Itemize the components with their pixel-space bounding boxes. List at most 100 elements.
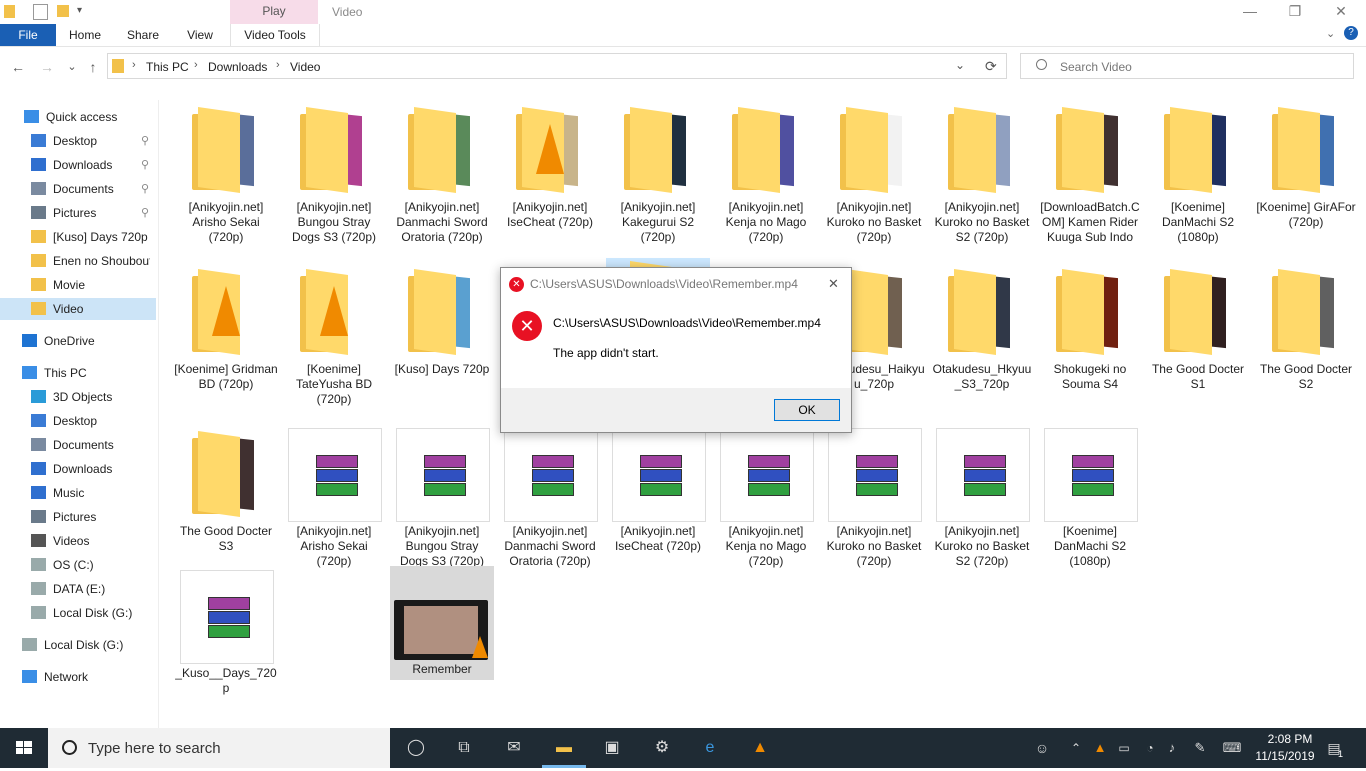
folder-item[interactable]: [Koenime] Gridman BD (720p) — [174, 266, 278, 416]
settings-icon[interactable]: ⚙ — [650, 736, 674, 760]
taskbar-search-box[interactable]: Type here to search — [48, 728, 390, 768]
refresh-button[interactable]: ⟳ — [985, 58, 997, 75]
folder-item[interactable]: The Good Docter S3 — [174, 428, 278, 578]
address-dropdown-button[interactable]: ⌄ — [955, 58, 965, 72]
wifi-icon[interactable]: ◔ — [1138, 736, 1162, 760]
sidebar-item-network[interactable]: Network — [0, 666, 156, 688]
archive-item[interactable]: [Anikyojin.net] Arisho Sekai (720p) — [282, 428, 386, 578]
sidebar-item-desktop[interactable]: Desktop ⚲ — [0, 130, 156, 152]
forward-button[interactable]: → — [37, 57, 57, 77]
folder-item[interactable]: [Koenime] GirAFor (720p) — [1254, 104, 1358, 254]
sidebar-item-kuso-days-720p[interactable]: [Kuso] Days 720p — [0, 226, 156, 248]
folder-item[interactable]: Otakudesu_Hkyuu_S3_720p — [930, 266, 1034, 416]
sidebar-item-documents[interactable]: Documents ⚲ — [0, 178, 156, 200]
up-button[interactable]: ↑ — [83, 57, 103, 77]
sidebar-item-downloads[interactable]: Downloads ⚲ — [0, 154, 156, 176]
back-button[interactable]: ← — [8, 57, 28, 77]
vlc-icon[interactable]: ▲ — [748, 736, 772, 760]
archive-item[interactable]: [Koenime] DanMachi S2 (1080p) — [1038, 428, 1142, 578]
breadcrumb-video[interactable]: Video — [290, 60, 320, 74]
task-view-icon[interactable]: ⧉ — [452, 736, 476, 760]
sidebar-item-enen-no-shouboutai[interactable]: Enen no Shouboutai — [0, 250, 156, 272]
expand-ribbon-icon[interactable]: ⌄ — [1326, 27, 1335, 40]
sidebar-item-label: Network — [44, 670, 89, 684]
people-icon[interactable]: ☺ — [1030, 736, 1054, 760]
sidebar-item-local-disk-g[interactable]: Local Disk (G:) — [0, 602, 156, 624]
folder-item[interactable]: [Anikyojin.net] Kuroko no Basket S2 (720… — [930, 104, 1034, 254]
folder-item[interactable]: [DownloadBatch.COM] Kamen Rider Kuuga Su… — [1038, 104, 1142, 254]
notification-count: 1 — [1338, 749, 1344, 759]
folder-item[interactable]: [Anikyojin.net] Kakegurui S2 (720p) — [606, 104, 710, 254]
vlc-tray-icon[interactable]: ▲ — [1088, 736, 1112, 760]
archive-item[interactable]: [Anikyojin.net] IseCheat (720p) — [606, 428, 710, 578]
ok-button[interactable]: OK — [774, 399, 840, 421]
archive-item[interactable]: [Anikyojin.net] Kenja no Mago (720p) — [714, 428, 818, 578]
start-button[interactable] — [0, 728, 48, 768]
clock-time[interactable]: 2:08 PM — [1260, 732, 1320, 746]
archive-item[interactable]: _Kuso__Days_720p — [174, 570, 278, 720]
photos-icon[interactable]: ▣ — [600, 736, 624, 760]
cortana-icon[interactable]: ◯ — [404, 736, 428, 760]
sidebar-item-downloads[interactable]: Downloads — [0, 458, 156, 480]
archive-item[interactable]: [Anikyojin.net] Bungou Stray Dogs S3 (72… — [390, 428, 494, 578]
sidebar-item-data-e[interactable]: DATA (E:) — [0, 578, 156, 600]
folder-item[interactable]: [Anikyojin.net] Bungou Stray Dogs S3 (72… — [282, 104, 386, 254]
tab-share[interactable]: Share — [120, 24, 166, 46]
sidebar-item-movie[interactable]: Movie — [0, 274, 156, 296]
tab-file[interactable]: File — [0, 24, 56, 46]
sidebar-item-videos[interactable]: Videos — [0, 530, 156, 552]
archive-item[interactable]: [Anikyojin.net] Danmachi Sword Oratoria … — [498, 428, 602, 578]
keyboard-icon[interactable]: ⌨ — [1220, 736, 1244, 760]
edge-icon[interactable]: e — [698, 736, 722, 760]
help-icon[interactable]: ? — [1344, 26, 1358, 40]
folder-item[interactable]: [Anikyojin.net] Arisho Sekai (720p) — [174, 104, 278, 254]
sidebar-item-desktop[interactable]: Desktop — [0, 410, 156, 432]
archive-item[interactable]: [Anikyojin.net] Kuroko no Basket S2 (720… — [930, 428, 1034, 578]
pen-icon[interactable]: ✎ — [1188, 736, 1212, 760]
mail-icon[interactable]: ✉ — [502, 736, 526, 760]
sidebar-item-this-pc[interactable]: This PC — [0, 362, 156, 384]
breadcrumb-downloads[interactable]: Downloads — [208, 60, 267, 74]
sidebar-item-3d-objects[interactable]: 3D Objects — [0, 386, 156, 408]
sidebar-item-pictures[interactable]: Pictures — [0, 506, 156, 528]
item-label: [Anikyojin.net] Bungou Stray Dogs S3 (72… — [399, 524, 485, 568]
vlc-cone-icon — [320, 286, 348, 336]
folder-item[interactable]: The Good Docter S1 — [1146, 266, 1250, 416]
recent-locations-button[interactable]: ⌄ — [62, 57, 82, 77]
minimize-button[interactable]: — — [1227, 0, 1273, 24]
folder-item[interactable]: [Anikyojin.net] Kuroko no Basket (720p) — [822, 104, 926, 254]
video-item[interactable]: Remember — [390, 566, 494, 680]
folder-item[interactable]: Shokugeki no Souma S4 — [1038, 266, 1142, 416]
new-folder-icon[interactable] — [57, 5, 69, 17]
close-button[interactable]: ✕ — [1318, 0, 1364, 24]
battery-icon[interactable]: ▭ — [1112, 736, 1136, 760]
sidebar-item-documents[interactable]: Documents — [0, 434, 156, 456]
dialog-close-button[interactable]: ✕ — [828, 276, 839, 292]
customize-toolbar-icon[interactable]: ▾ — [77, 5, 82, 16]
sidebar-item-quick-access[interactable]: Quick access — [0, 106, 156, 128]
properties-icon[interactable] — [33, 4, 48, 20]
sidebar-item-os-c[interactable]: OS (C:) — [0, 554, 156, 576]
folder-item[interactable]: [Koenime] DanMachi S2 (1080p) — [1146, 104, 1250, 254]
folder-item[interactable]: [Anikyojin.net] IseCheat (720p) — [498, 104, 602, 254]
folder-item[interactable]: The Good Docter S2 — [1254, 266, 1358, 416]
sidebar-item-local-disk-g[interactable]: Local Disk (G:) — [0, 634, 156, 656]
folder-item[interactable]: [Koenime] TateYusha BD (720p) — [282, 266, 386, 416]
breadcrumb-this-pc[interactable]: This PC — [146, 60, 189, 74]
archive-item[interactable]: [Anikyojin.net] Kuroko no Basket (720p) — [822, 428, 926, 578]
sidebar-item-onedrive[interactable]: OneDrive — [0, 330, 156, 352]
tab-video-tools[interactable]: Video Tools — [230, 24, 320, 46]
tab-view[interactable]: View — [178, 24, 222, 46]
file-explorer-icon[interactable]: ▬ — [552, 736, 576, 760]
volume-icon[interactable]: ♪ — [1160, 736, 1184, 760]
folder-item[interactable]: [Kuso] Days 720p — [390, 266, 494, 416]
clock-date[interactable]: 11/15/2019 — [1250, 749, 1320, 763]
show-hidden-icons[interactable]: ⌃ — [1064, 736, 1088, 760]
restore-button[interactable]: ❐ — [1272, 0, 1318, 24]
sidebar-item-video[interactable]: Video — [0, 298, 156, 320]
sidebar-item-pictures[interactable]: Pictures ⚲ — [0, 202, 156, 224]
folder-item[interactable]: [Anikyojin.net] Kenja no Mago (720p) — [714, 104, 818, 254]
sidebar-item-music[interactable]: Music — [0, 482, 156, 504]
folder-item[interactable]: [Anikyojin.net] Danmachi Sword Oratoria … — [390, 104, 494, 254]
tab-home[interactable]: Home — [62, 24, 108, 46]
